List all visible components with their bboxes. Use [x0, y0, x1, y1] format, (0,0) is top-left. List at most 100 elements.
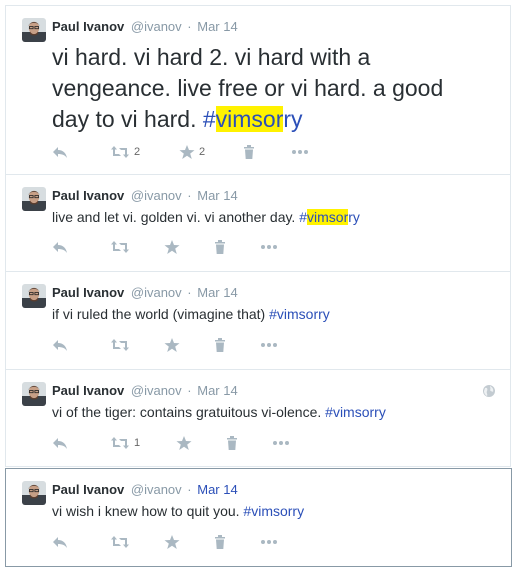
tweet-text: vi of the tiger: contains gratuitous vi-…	[52, 402, 386, 422]
retweet-icon	[110, 337, 130, 353]
globe-icon	[482, 384, 496, 403]
delete-button[interactable]	[214, 337, 226, 353]
delete-icon	[214, 337, 226, 353]
search-highlight: vimsor	[215, 106, 284, 132]
tweet-header: Paul Ivanov @ivanov · Mar 14	[52, 481, 238, 498]
tweet-text: vi hard. vi hard 2. vi hard with a venge…	[52, 42, 472, 135]
delete-button[interactable]	[243, 144, 255, 160]
delete-button[interactable]	[214, 534, 226, 550]
retweet-button[interactable]: 1	[110, 435, 140, 451]
fullname[interactable]: Paul Ivanov	[52, 19, 124, 34]
retweet-icon	[110, 239, 130, 255]
favorite-button[interactable]	[176, 435, 192, 451]
retweet-button[interactable]	[110, 337, 130, 353]
more-icon	[260, 539, 278, 545]
tweet[interactable]: Paul Ivanov @ivanov · Mar 14 live and le…	[5, 175, 511, 272]
more-icon	[260, 342, 278, 348]
fullname[interactable]: Paul Ivanov	[52, 482, 124, 497]
delete-icon	[214, 534, 226, 550]
more-icon	[260, 244, 278, 250]
username[interactable]: @ivanov	[131, 188, 182, 203]
retweet-icon	[110, 435, 130, 451]
more-button[interactable]	[260, 239, 278, 255]
username[interactable]: @ivanov	[131, 285, 182, 300]
avatar[interactable]	[22, 382, 46, 406]
retweet-button[interactable]	[110, 239, 130, 255]
tweet-text-body: live and let vi. golden vi. vi another d…	[52, 209, 300, 225]
timestamp[interactable]: Mar 14	[197, 188, 237, 203]
delete-button[interactable]	[226, 435, 238, 451]
username[interactable]: @ivanov	[131, 482, 182, 497]
tweet-header: Paul Ivanov @ivanov · Mar 14	[52, 18, 238, 35]
delete-icon	[243, 144, 255, 160]
favorite-button[interactable]	[164, 239, 180, 255]
more-button[interactable]	[291, 144, 309, 160]
hashtag-tail: ry	[283, 106, 303, 132]
retweet-button[interactable]: 2	[110, 144, 140, 160]
fullname[interactable]: Paul Ivanov	[52, 188, 124, 203]
favorite-icon	[164, 337, 180, 353]
more-button[interactable]	[260, 337, 278, 353]
more-button[interactable]	[272, 435, 290, 451]
more-icon	[291, 149, 309, 155]
reply-icon	[52, 144, 68, 160]
retweet-count: 2	[134, 146, 141, 158]
avatar[interactable]	[22, 187, 46, 211]
hashtag-link[interactable]: #vimsorry	[269, 306, 330, 322]
delete-icon	[226, 435, 238, 451]
reply-button[interactable]	[52, 534, 68, 550]
hashtag-tail: ry	[348, 209, 360, 225]
separator: ·	[187, 188, 192, 203]
hashtag-link[interactable]: #vimsorry	[299, 209, 360, 225]
tweet[interactable]: Paul Ivanov @ivanov · Mar 14 vi hard. vi…	[5, 5, 511, 175]
tweet-text: vi wish i knew how to quit you. #vimsorr…	[52, 501, 304, 521]
fullname[interactable]: Paul Ivanov	[52, 383, 124, 398]
separator: ·	[187, 383, 192, 398]
timestamp[interactable]: Mar 14	[197, 482, 237, 497]
separator: ·	[187, 19, 192, 34]
tweet-text-body: if vi ruled the world (vimagine that)	[52, 306, 270, 322]
reply-button[interactable]	[52, 435, 68, 451]
tweet[interactable]: Paul Ivanov @ivanov · Mar 14 vi of the t…	[5, 370, 511, 467]
favorite-button[interactable]: 2	[179, 144, 205, 160]
timestamp[interactable]: Mar 14	[197, 19, 237, 34]
favorite-icon	[164, 534, 180, 550]
favorite-icon	[179, 144, 195, 160]
reply-button[interactable]	[52, 239, 68, 255]
delete-icon	[214, 239, 226, 255]
hashtag-link[interactable]: #vimsorry	[203, 106, 303, 132]
tweet-selected[interactable]: Paul Ivanov @ivanov · Mar 14 vi wish i k…	[5, 468, 512, 567]
search-highlight: vimsor	[307, 209, 349, 225]
avatar[interactable]	[22, 284, 46, 308]
timestamp[interactable]: Mar 14	[197, 383, 237, 398]
retweet-button[interactable]	[110, 534, 130, 550]
username[interactable]: @ivanov	[131, 383, 182, 398]
avatar[interactable]	[22, 481, 46, 505]
tweet-header: Paul Ivanov @ivanov · Mar 14	[52, 284, 238, 301]
fullname[interactable]: Paul Ivanov	[52, 285, 124, 300]
hashtag-link[interactable]: #vimsorry	[325, 404, 386, 420]
tweet-text: live and let vi. golden vi. vi another d…	[52, 207, 360, 227]
username[interactable]: @ivanov	[131, 19, 182, 34]
reply-icon	[52, 239, 68, 255]
hashtag-symbol: #	[299, 209, 308, 225]
reply-button[interactable]	[52, 144, 68, 160]
tweet-text-body: vi wish i knew how to quit you.	[52, 503, 244, 519]
favorite-button[interactable]	[164, 337, 180, 353]
delete-button[interactable]	[214, 239, 226, 255]
retweet-icon	[110, 144, 130, 160]
timeline: Paul Ivanov @ivanov · Mar 14 vi hard. vi…	[0, 0, 518, 570]
timestamp[interactable]: Mar 14	[197, 285, 237, 300]
tweet[interactable]: Paul Ivanov @ivanov · Mar 14 if vi ruled…	[5, 272, 511, 370]
favorite-button[interactable]	[164, 534, 180, 550]
tweet-header: Paul Ivanov @ivanov · Mar 14	[52, 187, 238, 204]
reply-button[interactable]	[52, 337, 68, 353]
more-button[interactable]	[260, 534, 278, 550]
avatar[interactable]	[22, 18, 46, 42]
separator: ·	[187, 482, 192, 497]
reply-icon	[52, 534, 68, 550]
retweet-count: 1	[134, 437, 141, 449]
retweet-icon	[110, 534, 130, 550]
hashtag-link[interactable]: #vimsorry	[243, 503, 304, 519]
favorite-count: 2	[199, 146, 206, 158]
